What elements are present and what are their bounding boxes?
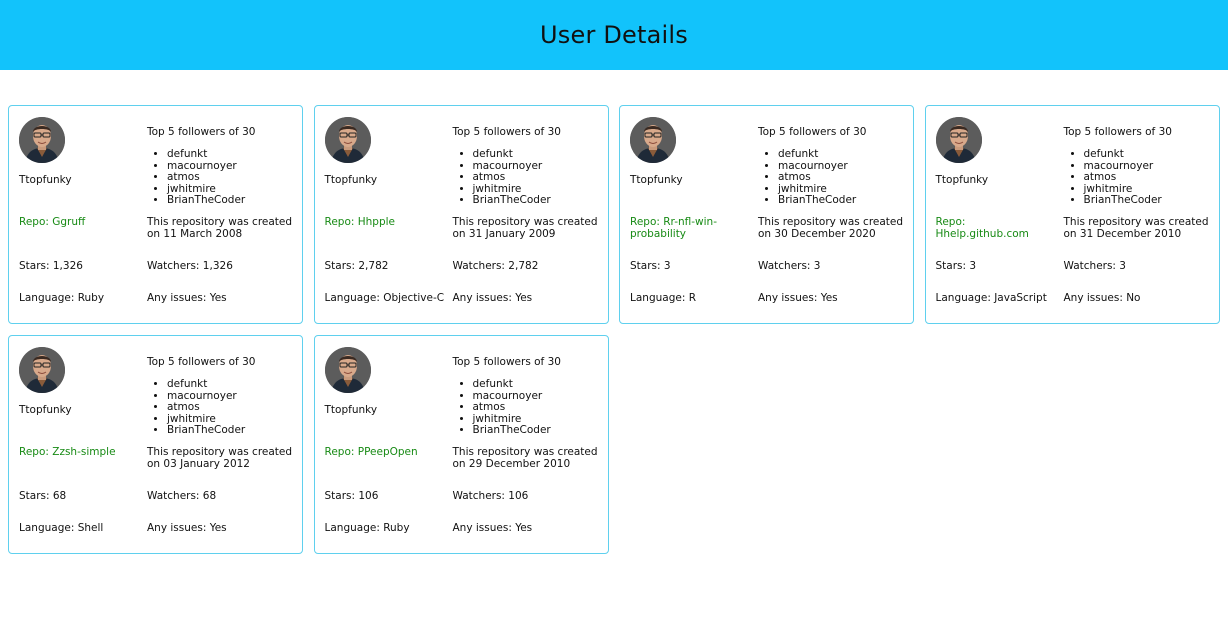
user-card: Ttopfunky Top 5 followers of 30 defunktm… [313, 105, 609, 324]
watchers-count: Watchers: 106 [452, 490, 529, 502]
username: Ttopfunky [630, 174, 683, 186]
repo-created-date: This repository was created on 31 Januar… [452, 216, 598, 240]
followers-list: defunktmacournoyeratmosjwhitmireBrianThe… [463, 378, 551, 437]
followers-heading: Top 5 followers of 30 [147, 356, 256, 368]
followers-heading: Top 5 followers of 30 [758, 126, 867, 138]
issues-status: Any issues: Yes [147, 292, 227, 304]
watchers-count: Watchers: 1,326 [147, 260, 233, 272]
issues-status: Any issues: Yes [452, 292, 533, 304]
avatar [19, 347, 65, 393]
watchers-count: Watchers: 3 [758, 260, 821, 272]
followers-list: defunktmacournoyeratmosjwhitmireBrianThe… [157, 148, 245, 207]
username: Ttopfunky [324, 174, 378, 186]
follower-item: defunkt [1084, 148, 1162, 161]
page-title: User Details [540, 21, 688, 49]
repo-name[interactable]: Repo: Ggruff [19, 216, 124, 229]
stars-count: Stars: 1,326 [19, 260, 83, 272]
user-card: Ttopfunky Top 5 followers of 30 defunktm… [8, 335, 303, 554]
follower-item: BrianTheCoder [167, 425, 245, 437]
issues-status: Any issues: Yes [147, 522, 227, 534]
avatar [19, 117, 65, 163]
follower-item: BrianTheCoder [778, 195, 856, 207]
repo-created-date: This repository was created on 30 Decemb… [758, 216, 904, 240]
repo-card-grid: Ttopfunky Top 5 followers of 30 defunktm… [8, 105, 1220, 554]
user-card: Ttopfunky Top 5 followers of 30 defunktm… [313, 335, 609, 554]
username: Ttopfunky [324, 404, 378, 416]
followers-heading: Top 5 followers of 30 [147, 126, 256, 138]
user-card: Ttopfunky Top 5 followers of 30 defunktm… [924, 105, 1220, 324]
follower-item: defunkt [167, 148, 245, 161]
avatar [630, 117, 676, 163]
repo-language: Language: JavaScript [935, 292, 1047, 304]
followers-list: defunktmacournoyeratmosjwhitmireBrianThe… [1074, 148, 1162, 207]
repo-name[interactable]: Repo: Hhelp.github.com [936, 216, 1041, 240]
repo-name[interactable]: Repo: Zzsh-simple [19, 446, 124, 459]
stars-count: Stars: 3 [935, 260, 977, 272]
repo-language: Language: Objective-C [324, 292, 445, 304]
follower-item: defunkt [778, 148, 856, 161]
followers-list: defunktmacournoyeratmosjwhitmireBrianThe… [157, 378, 245, 437]
username: Ttopfunky [19, 174, 72, 186]
follower-item: defunkt [473, 378, 551, 391]
stars-count: Stars: 106 [324, 490, 379, 502]
followers-heading: Top 5 followers of 30 [452, 356, 561, 368]
avatar [324, 117, 371, 163]
watchers-count: Watchers: 2,782 [452, 260, 539, 272]
issues-status: Any issues: No [1063, 292, 1141, 304]
user-card: Ttopfunky Top 5 followers of 30 defunktm… [8, 105, 303, 324]
follower-item: BrianTheCoder [167, 195, 245, 207]
followers-heading: Top 5 followers of 30 [452, 126, 561, 138]
repo-created-date: This repository was created on 31 Decemb… [1063, 216, 1209, 240]
avatar [324, 347, 371, 393]
issues-status: Any issues: Yes [452, 522, 533, 534]
page-header: User Details [0, 0, 1228, 70]
follower-item: BrianTheCoder [1084, 195, 1162, 207]
repo-language: Language: Ruby [19, 292, 105, 304]
user-card: Ttopfunky Top 5 followers of 30 defunktm… [619, 105, 914, 324]
repo-language: Language: R [630, 292, 696, 304]
avatar [935, 117, 982, 163]
watchers-count: Watchers: 68 [147, 490, 217, 502]
follower-item: defunkt [167, 378, 245, 391]
repo-created-date: This repository was created on 11 March … [147, 216, 293, 240]
follower-item: BrianTheCoder [473, 425, 551, 437]
repo-name[interactable]: Repo: PPeepOpen [325, 446, 430, 459]
stars-count: Stars: 68 [19, 490, 67, 502]
repo-name[interactable]: Repo: Rr-nfl-win-probability [630, 216, 735, 240]
repo-name[interactable]: Repo: Hhpple [325, 216, 430, 229]
repo-language: Language: Ruby [324, 522, 410, 534]
followers-list: defunktmacournoyeratmosjwhitmireBrianThe… [768, 148, 856, 207]
followers-list: defunktmacournoyeratmosjwhitmireBrianThe… [463, 148, 551, 207]
repo-language: Language: Shell [19, 522, 104, 534]
issues-status: Any issues: Yes [758, 292, 838, 304]
repo-created-date: This repository was created on 03 Januar… [147, 446, 293, 470]
follower-item: BrianTheCoder [473, 195, 551, 207]
username: Ttopfunky [19, 404, 72, 416]
followers-heading: Top 5 followers of 30 [1063, 126, 1172, 138]
username: Ttopfunky [935, 174, 989, 186]
watchers-count: Watchers: 3 [1063, 260, 1127, 272]
repo-created-date: This repository was created on 29 Decemb… [452, 446, 598, 470]
stars-count: Stars: 3 [630, 260, 671, 272]
follower-item: defunkt [473, 148, 551, 161]
stars-count: Stars: 2,782 [324, 260, 389, 272]
